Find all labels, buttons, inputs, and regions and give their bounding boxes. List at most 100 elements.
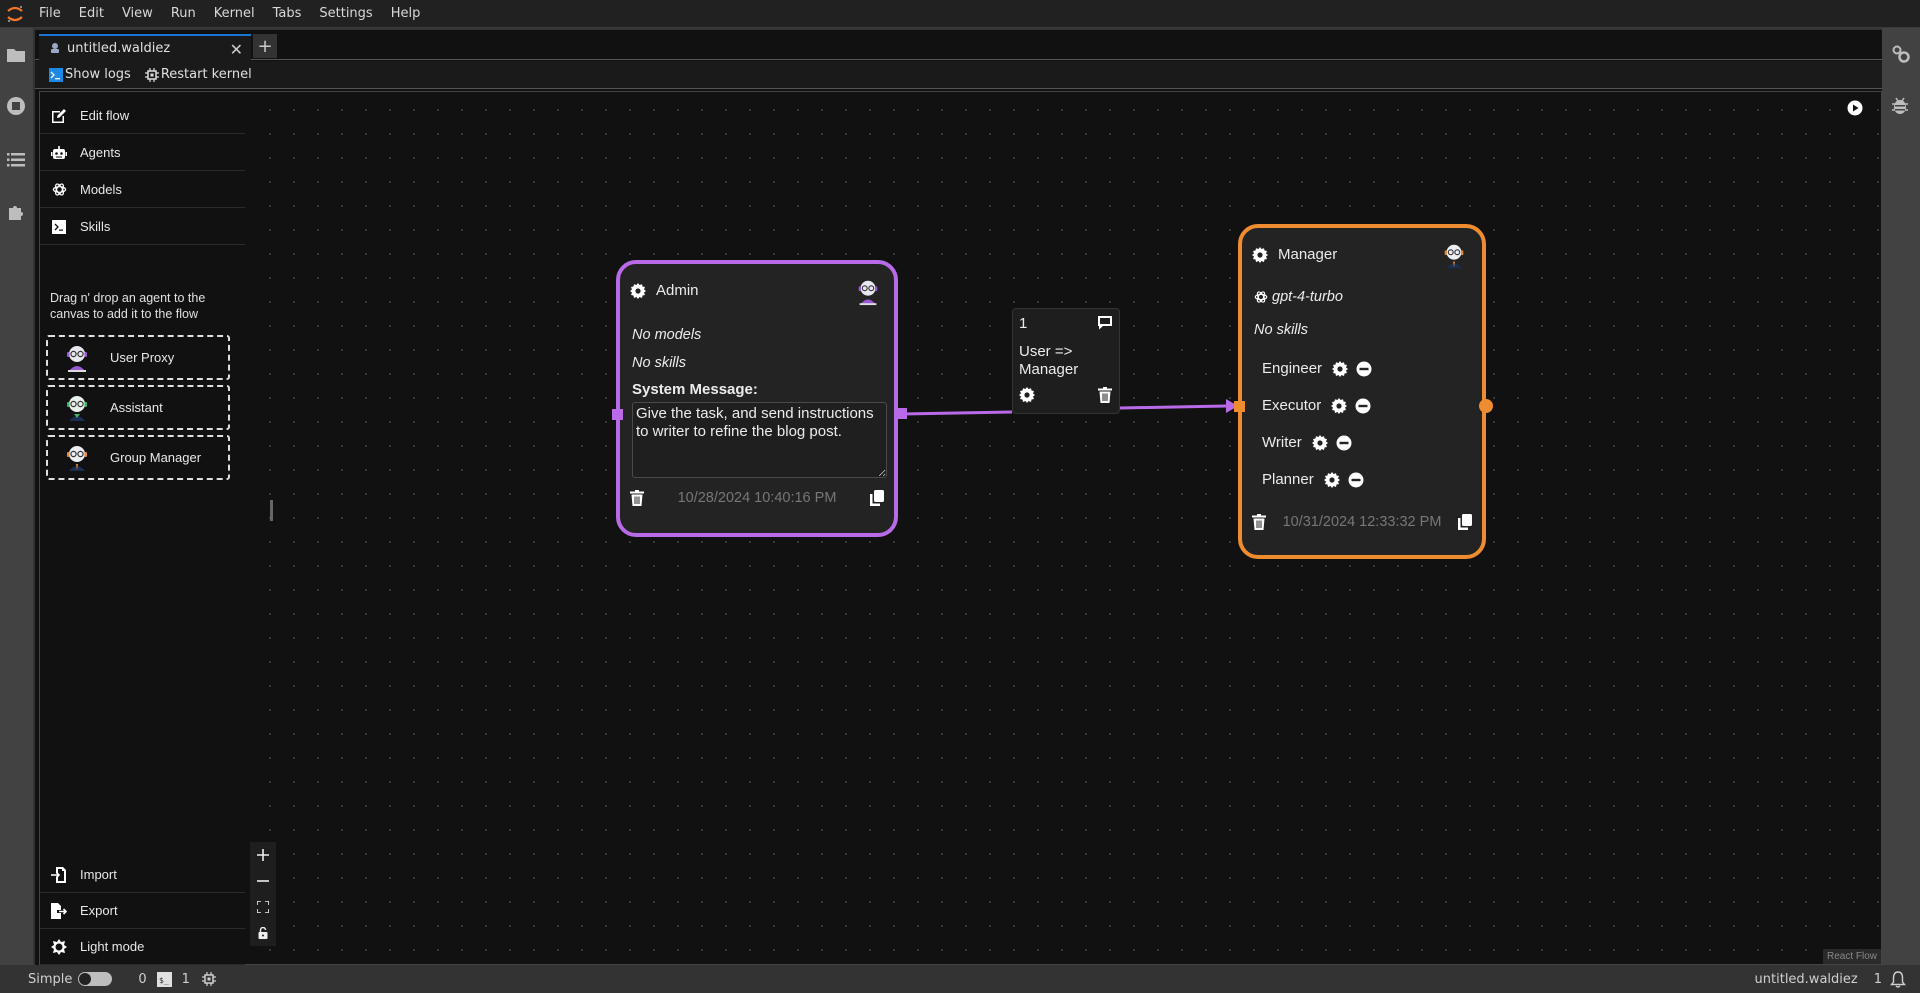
show-logs-button[interactable]: Show logs xyxy=(49,67,131,82)
manager-delete-trash-icon[interactable] xyxy=(1252,514,1266,530)
manager-settings-gear-icon[interactable] xyxy=(1252,246,1268,263)
jupyter-logo-icon xyxy=(0,0,30,28)
member-remove-minus-icon[interactable] xyxy=(1356,361,1372,377)
member-settings-gear-icon[interactable] xyxy=(1331,397,1348,414)
menu-edit[interactable]: Edit xyxy=(70,0,113,28)
edge-message-icon[interactable] xyxy=(1097,315,1113,331)
menu-help[interactable]: Help xyxy=(382,0,430,28)
admin-skills: No skills xyxy=(632,355,686,371)
toggle-interactivity-button[interactable] xyxy=(250,920,276,946)
admin-settings-gear-icon[interactable] xyxy=(630,282,646,299)
debugger-bug-icon[interactable] xyxy=(1891,96,1911,116)
edge-label-card[interactable]: 1 User => Manager xyxy=(1012,308,1120,414)
edge-admin-to-manager xyxy=(901,410,1013,416)
member-settings-gear-icon[interactable] xyxy=(1323,471,1340,488)
admin-target-handle[interactable] xyxy=(612,409,623,420)
new-tab-button[interactable]: + xyxy=(253,34,277,58)
member-settings-gear-icon[interactable] xyxy=(1311,434,1328,451)
sidebar-item-light-mode[interactable]: Light mode xyxy=(40,929,245,965)
waldiez-workspace: Edit flow Agents Models Skills Drag n' d… xyxy=(39,91,1882,965)
draggable-agent-group-manager[interactable]: Group Manager xyxy=(46,435,230,480)
admin-user-proxy-avatar-icon xyxy=(858,280,878,306)
extensions-puzzle-icon[interactable] xyxy=(6,202,26,222)
sidebar-item-models[interactable]: Models xyxy=(40,172,245,208)
robot-icon xyxy=(50,144,68,162)
user-proxy-avatar-icon xyxy=(67,345,87,372)
simple-mode-toggle[interactable] xyxy=(78,972,113,986)
tab-close-icon[interactable]: ✕ xyxy=(230,40,243,59)
left-activity-bar xyxy=(0,28,33,965)
plus-icon xyxy=(257,849,269,861)
group-member-engineer: Engineer xyxy=(1262,360,1380,377)
restart-kernel-button[interactable]: Restart kernel xyxy=(144,67,252,82)
edge-admin-to-manager-tail xyxy=(1119,404,1227,410)
admin-source-handle[interactable] xyxy=(896,408,907,419)
draggable-agent-assistant[interactable]: Assistant xyxy=(46,385,230,430)
kernels-count[interactable]: 1 xyxy=(182,972,190,987)
tab-bar: untitled.waldiez ✕ + xyxy=(35,30,1882,61)
fit-view-button[interactable] xyxy=(250,894,276,920)
draggable-agent-user-proxy[interactable]: User Proxy xyxy=(46,335,230,380)
admin-title: Admin xyxy=(656,282,699,299)
agent-node-admin[interactable]: Admin No models No skills System Message… xyxy=(616,260,898,537)
member-remove-minus-icon[interactable] xyxy=(1336,435,1352,451)
agent-node-manager[interactable]: Manager gpt-4-turbo No skills Engineer E… xyxy=(1238,224,1486,559)
property-inspector-gears-icon[interactable] xyxy=(1891,44,1911,64)
sidebar-item-edit-flow[interactable]: Edit flow xyxy=(40,98,245,134)
system-message-textarea[interactable]: Give the task, and send instructions to … xyxy=(632,402,887,478)
menu-file[interactable]: File xyxy=(30,0,70,28)
menu-bar: File Edit View Run Kernel Tabs Settings … xyxy=(0,0,1920,28)
group-manager-avatar-icon xyxy=(67,445,87,471)
manager-source-handle[interactable] xyxy=(1479,399,1493,413)
sidebar-item-export[interactable]: Export xyxy=(40,893,245,929)
flow-canvas[interactable]: Admin No models No skills System Message… xyxy=(250,92,1881,964)
chip-icon xyxy=(144,67,159,82)
admin-clone-copy-icon[interactable] xyxy=(869,490,884,506)
kernel-chip-icon[interactable] xyxy=(201,972,216,986)
manager-clone-copy-icon[interactable] xyxy=(1457,514,1472,530)
document-name: untitled.waldiez xyxy=(1754,971,1858,987)
terminals-count[interactable]: 0 xyxy=(138,972,146,987)
toolbar: Show logs Restart kernel xyxy=(35,61,1882,89)
svg-text:$_: $_ xyxy=(159,976,169,985)
menu-tabs[interactable]: Tabs xyxy=(264,0,311,28)
notifications-bell-icon[interactable] xyxy=(1890,970,1906,988)
edge-delete-trash-icon[interactable] xyxy=(1097,387,1113,403)
group-member-planner: Planner xyxy=(1262,471,1372,488)
member-settings-gear-icon[interactable] xyxy=(1332,360,1349,377)
system-message-label: System Message: xyxy=(632,381,758,398)
sidebar-resize-handle[interactable] xyxy=(270,500,273,521)
run-flow-play-icon[interactable] xyxy=(1847,100,1863,116)
member-remove-minus-icon[interactable] xyxy=(1348,472,1364,488)
member-remove-minus-icon[interactable] xyxy=(1355,398,1371,414)
admin-models: No models xyxy=(632,327,702,343)
edge-settings-gear-icon[interactable] xyxy=(1019,387,1035,403)
running-stop-icon[interactable] xyxy=(6,96,26,116)
toggle-knob xyxy=(79,973,92,985)
menu-view[interactable]: View xyxy=(113,0,162,28)
terminal-status-icon[interactable]: $_ xyxy=(156,971,172,987)
main-panel: untitled.waldiez ✕ + Show logs Restart k… xyxy=(35,30,1882,965)
admin-delete-trash-icon[interactable] xyxy=(630,490,644,506)
react-flow-attribution[interactable]: React Flow xyxy=(1822,949,1881,964)
canvas-zoom-controls xyxy=(250,842,276,946)
manager-skills: No skills xyxy=(1254,322,1308,338)
zoom-out-button[interactable] xyxy=(250,868,276,894)
manager-title: Manager xyxy=(1278,246,1338,263)
openai-model-icon xyxy=(1254,291,1268,303)
flow-sidebar: Edit flow Agents Models Skills Drag n' d… xyxy=(40,92,245,965)
menu-kernel[interactable]: Kernel xyxy=(205,0,264,28)
menu-settings[interactable]: Settings xyxy=(310,0,381,28)
sidebar-item-skills[interactable]: Skills xyxy=(40,209,245,245)
folder-icon[interactable] xyxy=(6,44,26,64)
show-logs-label: Show logs xyxy=(65,67,131,82)
admin-created-date: 10/28/2024 10:40:16 PM xyxy=(677,490,837,506)
table-of-contents-icon[interactable] xyxy=(6,150,26,170)
sidebar-item-agents[interactable]: Agents xyxy=(40,135,245,171)
zoom-in-button[interactable] xyxy=(250,842,276,868)
menu-run[interactable]: Run xyxy=(162,0,205,28)
manager-target-handle[interactable] xyxy=(1234,401,1245,412)
sidebar-item-import[interactable]: Import xyxy=(40,857,245,893)
tab-untitled-waldiez[interactable]: untitled.waldiez ✕ xyxy=(39,34,251,61)
simple-mode-label: Simple xyxy=(28,971,73,987)
